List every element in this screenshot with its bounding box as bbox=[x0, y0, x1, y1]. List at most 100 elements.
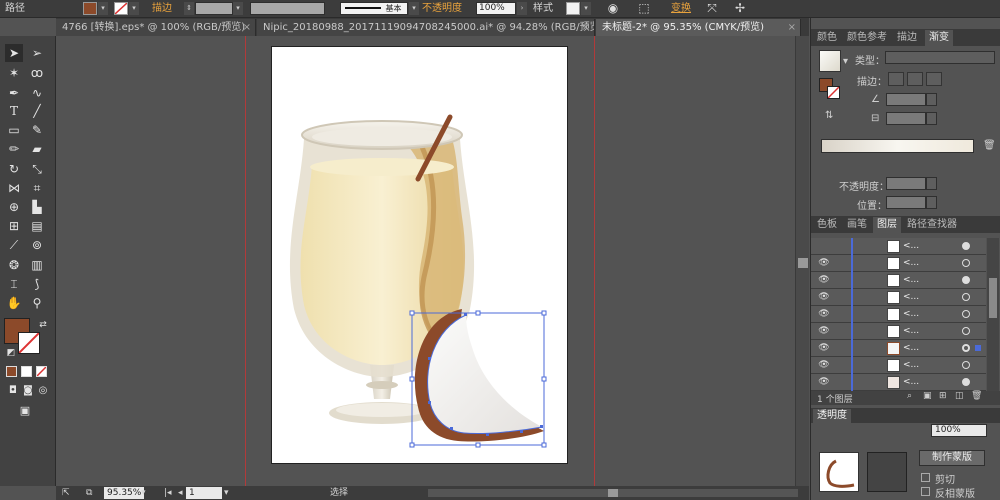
eye-icon[interactable]: 👁 bbox=[818, 342, 830, 354]
rectangle-icon[interactable]: ▭ bbox=[5, 121, 23, 139]
layer-row[interactable]: 👁 <... bbox=[811, 323, 986, 340]
artboard-nav-icon[interactable]: ⧉ bbox=[86, 487, 92, 499]
tab-brushes[interactable]: 画笔 bbox=[843, 217, 871, 233]
align-icon[interactable]: ⬚ bbox=[636, 1, 652, 16]
selection-icon[interactable]: ➤ bbox=[5, 44, 23, 62]
layer-row[interactable]: 👁 <... bbox=[811, 306, 986, 323]
tab-doc-3[interactable]: 未标题-2* @ 95.35% (CMYK/预览) × bbox=[596, 19, 801, 36]
stroke-weight-stepper-icon[interactable]: ⇕ bbox=[184, 2, 194, 15]
swap-colors-icon[interactable]: ⇄ bbox=[34, 316, 52, 334]
width-icon[interactable]: ⋈ bbox=[5, 179, 23, 197]
stroke-weight-dropdown-icon[interactable]: ▾ bbox=[233, 2, 243, 15]
zoom-dropdown-icon[interactable]: ▾ bbox=[141, 487, 146, 499]
eyedropper-icon[interactable]: ⟋ bbox=[5, 236, 23, 254]
eye-icon[interactable]: 👁 bbox=[818, 325, 830, 337]
eraser-icon[interactable]: ▰ bbox=[28, 140, 46, 158]
brush-profile-dropdown[interactable]: 基本 bbox=[340, 2, 408, 15]
stroke-color-swatch[interactable] bbox=[18, 332, 40, 354]
layer-row[interactable]: 👁 <... bbox=[811, 289, 986, 306]
layer-row[interactable]: 👁 <... bbox=[811, 255, 986, 272]
tab-transparency[interactable]: 透明度 bbox=[813, 409, 851, 423]
first-page-icon[interactable]: |◂ bbox=[164, 487, 172, 499]
paintbrush-icon[interactable]: ✎ bbox=[28, 121, 46, 139]
gradient-opacity-input[interactable] bbox=[886, 177, 926, 190]
magic-wand-icon[interactable]: ✶ bbox=[5, 64, 23, 82]
scale-icon[interactable]: ⤡ bbox=[28, 160, 46, 178]
target-icon[interactable] bbox=[962, 361, 970, 369]
tab-pathfinder[interactable]: 路径查找器 bbox=[903, 217, 961, 233]
angle-dropdown[interactable] bbox=[926, 93, 937, 106]
layer-row[interactable]: 👁 <... bbox=[811, 374, 986, 391]
nav-icon[interactable]: ⇱ bbox=[62, 487, 70, 499]
tab-color[interactable]: 颜色 bbox=[813, 30, 841, 46]
opacity-label[interactable]: 不透明度 bbox=[422, 2, 462, 15]
slice-icon[interactable]: ⟆ bbox=[28, 275, 46, 293]
stroke-weight-input[interactable] bbox=[195, 2, 233, 15]
gradient-position-dropdown[interactable] bbox=[926, 196, 937, 209]
none-mode-button[interactable] bbox=[36, 366, 47, 377]
pencil-icon[interactable]: ✏ bbox=[5, 140, 23, 158]
eye-icon[interactable]: 👁 bbox=[818, 291, 830, 303]
layer-row-selected[interactable]: 👁 <... bbox=[811, 340, 986, 357]
symbol-sprayer-icon[interactable]: ❂ bbox=[5, 256, 23, 274]
arrange-icon[interactable]: ✢ bbox=[732, 1, 748, 16]
graph-icon[interactable]: ▥ bbox=[28, 256, 46, 274]
clip-checkbox[interactable] bbox=[921, 473, 930, 482]
tab-stroke[interactable]: 描边 bbox=[893, 30, 921, 46]
canvas-area[interactable] bbox=[56, 36, 809, 486]
isolate-icon[interactable]: ⤧ bbox=[704, 1, 720, 16]
pen-icon[interactable]: ✒ bbox=[5, 84, 23, 102]
prev-page-icon[interactable]: ◂ bbox=[178, 487, 183, 499]
selection-indicator[interactable] bbox=[975, 345, 981, 351]
stroke-within-button[interactable] bbox=[888, 72, 904, 86]
aspect-ratio-dropdown[interactable] bbox=[926, 112, 937, 125]
target-icon[interactable] bbox=[962, 378, 970, 386]
transparency-opacity-input[interactable]: 100% bbox=[931, 424, 987, 437]
style-swatch[interactable] bbox=[566, 2, 580, 15]
tab-swatches[interactable]: 色板 bbox=[813, 217, 841, 233]
tab-color-guide[interactable]: 颜色参考 bbox=[843, 30, 891, 46]
stroke-label[interactable]: 描边 bbox=[152, 2, 172, 15]
target-icon[interactable] bbox=[962, 344, 970, 352]
stroke-across-button[interactable] bbox=[926, 72, 942, 86]
close-icon[interactable]: × bbox=[582, 19, 590, 36]
layer-row[interactable]: 👁 <... bbox=[811, 272, 986, 289]
opacity-arrow-icon[interactable]: › bbox=[517, 2, 527, 15]
shape-builder-icon[interactable]: ⊕ bbox=[5, 198, 23, 216]
target-icon[interactable] bbox=[962, 276, 970, 284]
delete-layer-icon[interactable]: 🗑 bbox=[971, 391, 982, 401]
opacity-input[interactable]: 100% bbox=[476, 2, 516, 15]
gradient-icon[interactable]: ▤ bbox=[28, 217, 46, 235]
target-icon[interactable] bbox=[962, 327, 970, 335]
h-scroll-thumb[interactable] bbox=[608, 489, 618, 497]
gradient-dropdown-icon[interactable]: ▾ bbox=[843, 56, 848, 67]
rotate-icon[interactable]: ↻ bbox=[5, 160, 23, 178]
target-icon[interactable] bbox=[962, 259, 970, 267]
gradient-type-dropdown[interactable] bbox=[885, 51, 995, 64]
aspect-ratio-input[interactable] bbox=[886, 112, 926, 125]
stroke-dropdown-icon[interactable]: ▾ bbox=[129, 2, 139, 15]
gradient-preview-swatch[interactable] bbox=[819, 50, 841, 72]
transparency-thumbnail[interactable] bbox=[819, 452, 859, 492]
artboard-icon[interactable]: ⌶ bbox=[5, 275, 23, 293]
target-icon[interactable] bbox=[962, 293, 970, 301]
recolor-icon[interactable]: ◉ bbox=[605, 1, 621, 16]
screen-mode-icon[interactable]: ▣ bbox=[16, 402, 34, 420]
line-icon[interactable]: ╱ bbox=[28, 102, 46, 120]
invert-mask-checkbox[interactable] bbox=[921, 487, 930, 496]
eye-icon[interactable]: 👁 bbox=[818, 308, 830, 320]
tab-layers[interactable]: 图层 bbox=[873, 217, 901, 233]
layer-row[interactable]: 👁 <... bbox=[811, 357, 986, 374]
tab-gradient[interactable]: 渐变 bbox=[925, 30, 953, 46]
horizontal-scrollbar[interactable] bbox=[428, 489, 798, 497]
scroll-thumb[interactable] bbox=[798, 258, 808, 268]
angle-input[interactable] bbox=[886, 93, 926, 106]
stroke-along-button[interactable] bbox=[907, 72, 923, 86]
perspective-icon[interactable]: ▙ bbox=[28, 198, 46, 216]
locate-object-icon[interactable]: ⌕ bbox=[907, 391, 912, 401]
make-mask-button[interactable]: 制作蒙版 bbox=[919, 450, 985, 466]
draw-inside-icon[interactable]: ◎ bbox=[34, 382, 52, 400]
eye-icon[interactable]: 👁 bbox=[818, 257, 830, 269]
layers-scrollbar[interactable] bbox=[987, 238, 999, 391]
page-field[interactable]: 1 bbox=[186, 487, 222, 499]
